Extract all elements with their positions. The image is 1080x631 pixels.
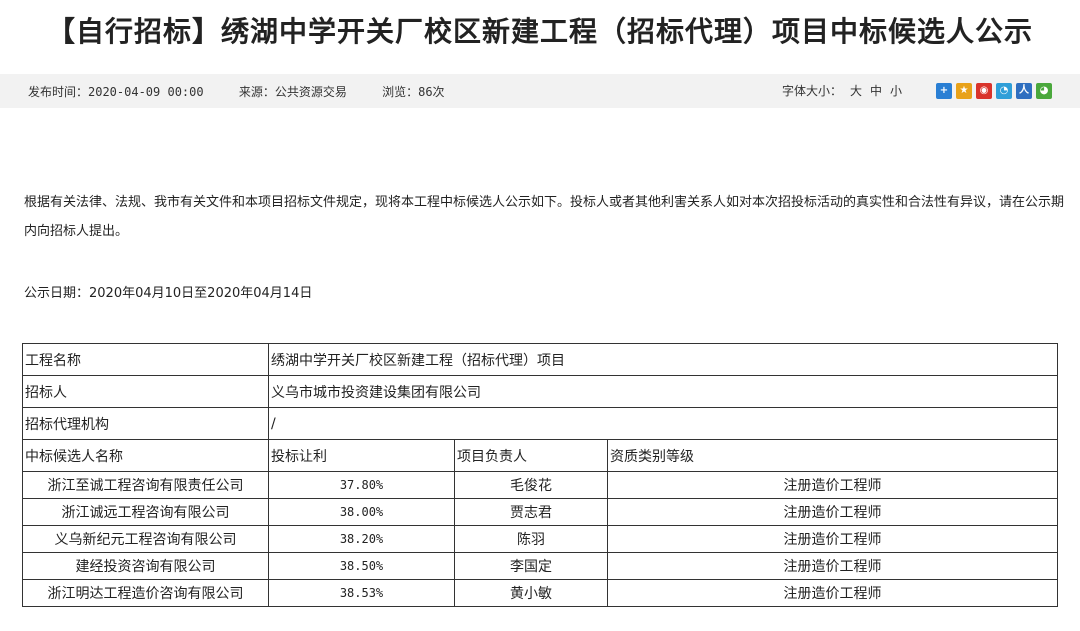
candidate-name: 浙江明达工程造价咨询有限公司 (22, 579, 269, 607)
project-value: 绣湖中学开关厂校区新建工程（招标代理）项目 (268, 343, 1058, 376)
intro-paragraph: 根据有关法律、法规、我市有关文件和本项目招标文件规定，现将本工程中标候选人公示如… (24, 195, 1065, 239)
candidate-qualification: 注册造价工程师 (607, 498, 1058, 526)
publication-date: 公示日期：2020年04月10日至2020年04月14日 (24, 286, 313, 301)
candidate-discount: 37.80% (268, 471, 455, 499)
table-row: 建经投资咨询有限公司 38.50% 李国定 注册造价工程师 (22, 552, 1058, 580)
page-title: 【自行招标】绣湖中学开关厂校区新建工程（招标代理）项目中标候选人公示 (46, 15, 1033, 48)
candidate-discount: 38.00% (268, 498, 455, 526)
meta-info: 发布时间：2020-04-09 00:00 来源：公共资源交易 浏览：86次 (28, 83, 473, 100)
table-row: 招标人 义乌市城市投资建设集团有限公司 (22, 375, 1058, 408)
publish-time: 发布时间：2020-04-09 00:00 (28, 85, 204, 99)
candidate-qualification: 注册造价工程师 (607, 552, 1058, 580)
candidate-manager: 贾志君 (454, 498, 608, 526)
candidate-qualification: 注册造价工程师 (607, 471, 1058, 499)
wechat-icon[interactable]: ◕ (1036, 82, 1052, 99)
candidate-discount: 38.20% (268, 525, 455, 553)
font-size-medium[interactable]: 中 (870, 82, 882, 99)
pengyou-icon[interactable]: ◔ (996, 82, 1012, 99)
tenderer-value: 义乌市城市投资建设集团有限公司 (268, 375, 1058, 408)
renren-icon[interactable]: 人 (1016, 82, 1032, 99)
table-row: 招标代理机构 / (22, 407, 1058, 440)
share-plus-icon[interactable]: + (936, 82, 952, 99)
table-row: 浙江至诚工程咨询有限责任公司 37.80% 毛俊花 注册造价工程师 (22, 471, 1058, 499)
candidate-manager: 毛俊花 (454, 471, 608, 499)
header-qualification: 资质类别等级 (607, 439, 1058, 472)
meta-bar: 发布时间：2020-04-09 00:00 来源：公共资源交易 浏览：86次 字… (0, 74, 1080, 108)
agency-value: / (268, 407, 1058, 440)
meta-tools: 字体大小： 大 中 小 + ★ ◉ ◔ 人 ◕ (782, 82, 1052, 99)
font-size-small[interactable]: 小 (890, 82, 902, 99)
table-row: 浙江诚远工程咨询有限公司 38.00% 贾志君 注册造价工程师 (22, 498, 1058, 526)
table-row: 浙江明达工程造价咨询有限公司 38.53% 黄小敏 注册造价工程师 (22, 579, 1058, 607)
candidate-name: 义乌新纪元工程咨询有限公司 (22, 525, 269, 553)
candidate-manager: 陈羽 (454, 525, 608, 553)
font-size-large[interactable]: 大 (850, 82, 862, 99)
header-manager: 项目负责人 (454, 439, 608, 472)
table-header-row: 中标候选人名称 投标让利 项目负责人 资质类别等级 (22, 439, 1058, 472)
candidate-manager: 黄小敏 (454, 579, 608, 607)
qzone-icon[interactable]: ★ (956, 82, 972, 99)
candidate-table: 工程名称 绣湖中学开关厂校区新建工程（招标代理）项目 招标人 义乌市城市投资建设… (22, 343, 1058, 607)
header-discount: 投标让利 (268, 439, 455, 472)
tenderer-label: 招标人 (22, 375, 269, 408)
source: 来源：公共资源交易 (238, 85, 347, 99)
candidate-name: 浙江至诚工程咨询有限责任公司 (22, 471, 269, 499)
candidate-manager: 李国定 (454, 552, 608, 580)
table-row: 工程名称 绣湖中学开关厂校区新建工程（招标代理）项目 (22, 343, 1058, 376)
candidate-qualification: 注册造价工程师 (607, 525, 1058, 553)
header-candidate-name: 中标候选人名称 (22, 439, 269, 472)
weibo-icon[interactable]: ◉ (976, 82, 992, 99)
candidate-discount: 38.53% (268, 579, 455, 607)
table-row: 义乌新纪元工程咨询有限公司 38.20% 陈羽 注册造价工程师 (22, 525, 1058, 553)
font-size-label: 字体大小： (781, 84, 842, 98)
candidate-qualification: 注册造价工程师 (607, 579, 1058, 607)
agency-label: 招标代理机构 (22, 407, 269, 440)
candidate-discount: 38.50% (268, 552, 455, 580)
share-icons: + ★ ◉ ◔ 人 ◕ (932, 82, 1052, 99)
candidate-name: 建经投资咨询有限公司 (22, 552, 269, 580)
project-label: 工程名称 (22, 343, 269, 376)
view-count: 浏览：86次 (382, 85, 445, 99)
candidate-name: 浙江诚远工程咨询有限公司 (22, 498, 269, 526)
